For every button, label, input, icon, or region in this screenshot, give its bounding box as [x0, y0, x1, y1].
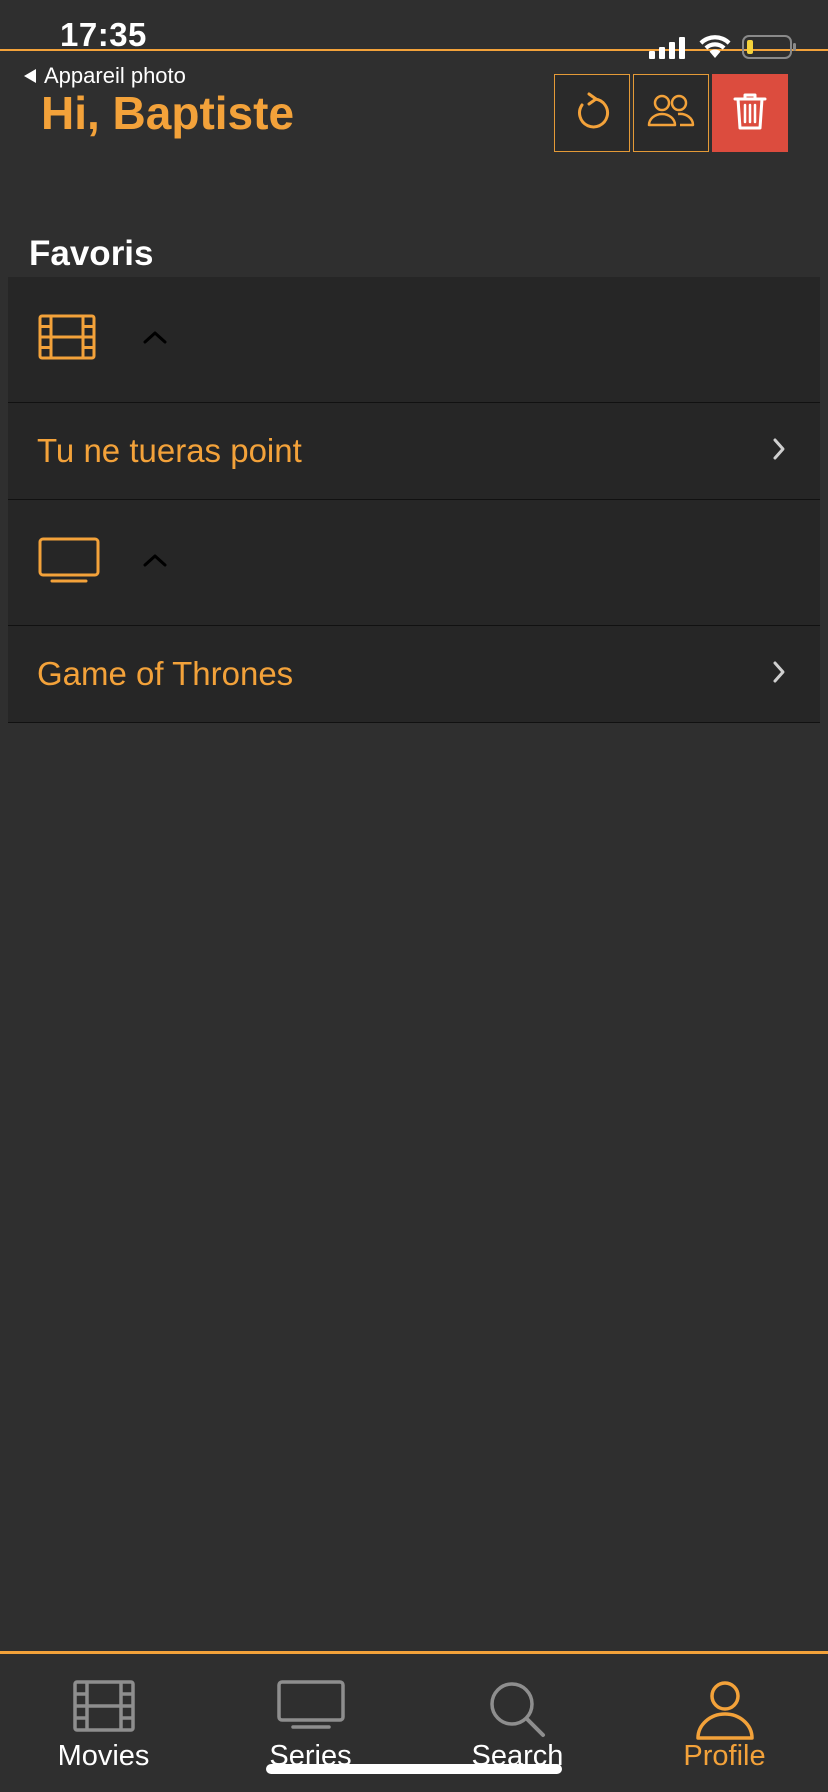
- battery-icon: [742, 34, 798, 65]
- person-icon: [695, 1680, 755, 1747]
- favorite-item-label: Game of Thrones: [37, 655, 294, 692]
- users-button[interactable]: [633, 74, 709, 152]
- film-icon: [38, 314, 96, 365]
- chevron-right-icon: [772, 660, 786, 689]
- tv-icon: [276, 1680, 345, 1735]
- tab-movies[interactable]: Movies: [0, 1654, 207, 1792]
- collapse-caret-icon[interactable]: [142, 329, 168, 350]
- favorite-item-tu-ne-tueras-point[interactable]: Tu ne tueras point: [8, 403, 820, 500]
- trash-icon: [733, 91, 767, 136]
- favorite-item-label: Tu ne tueras point: [37, 432, 302, 469]
- search-icon: [488, 1680, 548, 1743]
- favorites-series-group-header[interactable]: [8, 500, 820, 626]
- tab-label: Movies: [57, 1740, 150, 1772]
- tab-profile[interactable]: Profile: [621, 1654, 828, 1792]
- wifi-icon: [698, 34, 732, 65]
- home-indicator[interactable]: [266, 1764, 562, 1774]
- section-title-favorites: Favoris: [29, 234, 154, 273]
- back-triangle-icon: [24, 69, 36, 83]
- favorite-item-game-of-thrones[interactable]: Game of Thrones: [8, 626, 820, 723]
- header-actions: [554, 74, 788, 152]
- signal-icon: [648, 35, 688, 64]
- favorites-list: Tu ne tueras point Game of Thrones: [8, 277, 820, 723]
- delete-button[interactable]: [712, 74, 788, 152]
- tv-icon: [38, 537, 100, 588]
- film-icon: [72, 1680, 135, 1737]
- app-screen: 17:35 Appareil photo Hi, Baptiste Favori…: [0, 0, 828, 1792]
- status-icons: [648, 34, 798, 64]
- chevron-right-icon: [772, 437, 786, 466]
- users-icon: [647, 93, 695, 134]
- status-bar: 17:35: [0, 0, 828, 59]
- page-title: Hi, Baptiste: [41, 87, 295, 139]
- favorites-movies-group-header[interactable]: [8, 277, 820, 403]
- refresh-icon: [572, 91, 612, 136]
- refresh-button[interactable]: [554, 74, 630, 152]
- tab-label: Profile: [683, 1740, 766, 1772]
- collapse-caret-icon[interactable]: [142, 552, 168, 573]
